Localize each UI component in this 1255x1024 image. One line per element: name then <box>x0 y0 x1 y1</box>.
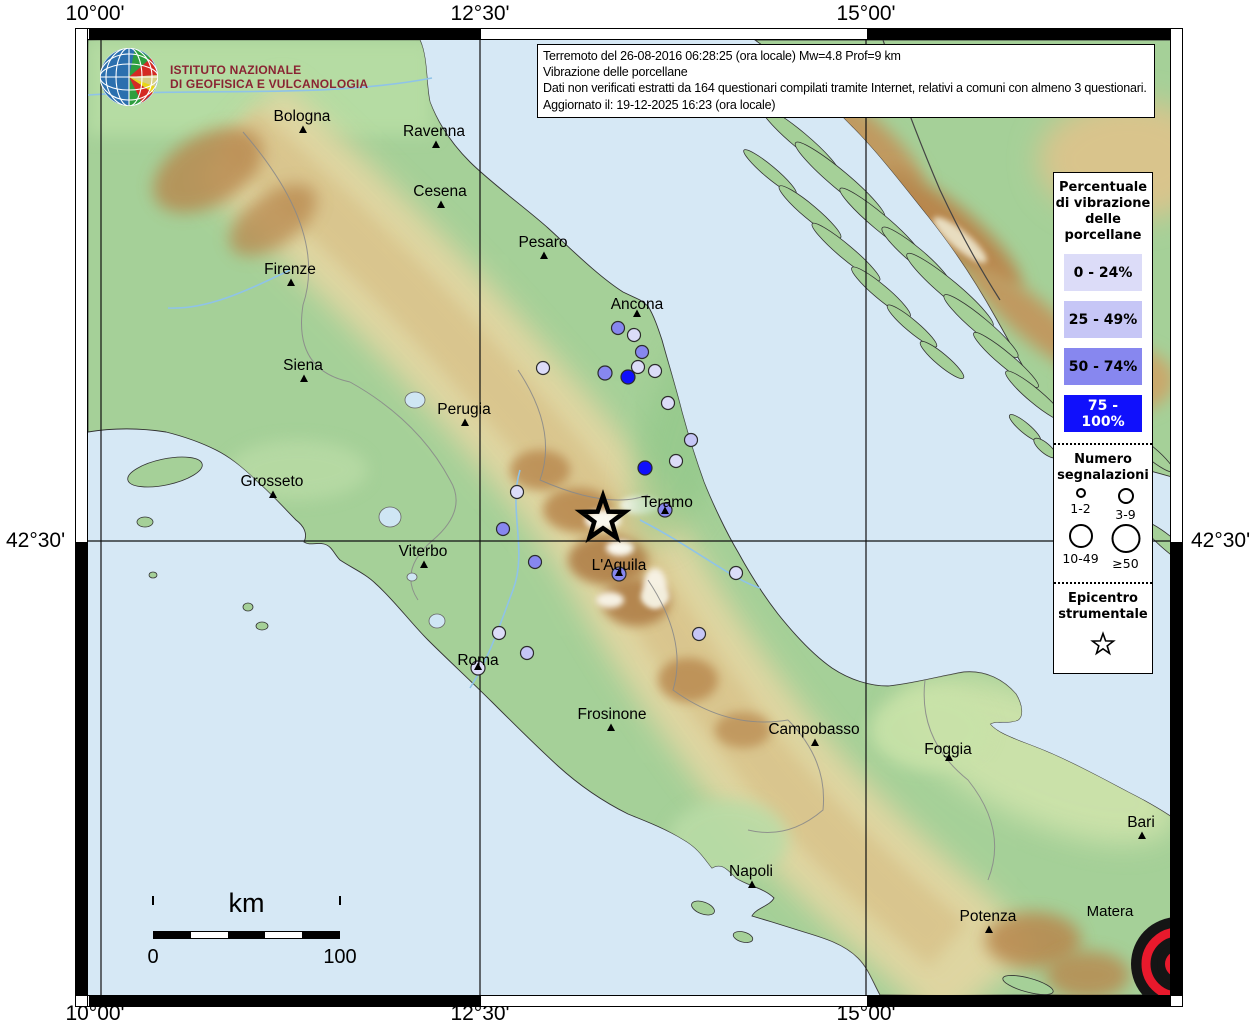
intensity-point <box>519 645 535 661</box>
legend-class-swatch: 75 - 100% <box>1064 395 1142 432</box>
scale-bar: km 0 100 <box>147 888 356 970</box>
city-label: Grosseto <box>241 473 304 490</box>
legend-epicenter-title: Epicentro strumentale <box>1058 591 1148 622</box>
scale-bar-unit: km <box>228 888 265 918</box>
axis-left-label: 42°30' <box>6 529 66 552</box>
legend-epicenter-star-icon <box>1090 631 1116 656</box>
city-label: Teramo <box>641 494 693 511</box>
intensity-point <box>691 626 707 642</box>
city-label: Bologna <box>274 108 331 125</box>
ingv-globe-icon <box>100 48 158 106</box>
city-label: Napoli <box>729 863 773 880</box>
intensity-point <box>683 432 699 448</box>
intensity-point <box>630 359 646 375</box>
city-label: Pesaro <box>518 234 567 251</box>
legend-class-swatch: 0 - 24% <box>1064 254 1142 291</box>
intensity-point <box>610 320 626 336</box>
axis-tick-label: 10°00' <box>65 2 125 25</box>
intensity-point <box>626 327 642 343</box>
legend-size-label: 1-2 <box>1070 501 1091 516</box>
legend-size-label: ≥50 <box>1112 556 1139 571</box>
city-label: Perugia <box>437 401 491 418</box>
frame-right <box>1170 28 1183 1007</box>
ingv-logo-block: ISTITUTO NAZIONALE DI GEOFISICA E VULCAN… <box>98 46 368 108</box>
map-terrain: Bologna Ravenna Cesena Pesaro Firenze Ancona S… <box>88 40 1170 995</box>
legend-counts-title: Numero segnalazioni <box>1057 452 1149 483</box>
legend-size-item: 10-49 <box>1058 522 1103 571</box>
scale-segment <box>302 932 339 938</box>
scale-segment <box>154 932 191 938</box>
city-label: Bari <box>1127 814 1155 831</box>
intensity-point <box>527 554 543 570</box>
scale-bar-bar <box>153 931 340 939</box>
legend-size-key: 1-2 3-9 10-49 ≥50 <box>1054 484 1152 571</box>
intensity-point <box>535 360 551 376</box>
haisentitoilterremoto-logo: ? haisentitoilterremoto.it www. <box>1131 917 1170 995</box>
city-label: L'Aquila <box>592 557 647 574</box>
intensity-point <box>728 565 744 581</box>
legend-size-item: ≥50 <box>1103 522 1148 571</box>
scale-segment <box>228 932 265 938</box>
map-canvas: Bologna Ravenna Cesena Pesaro Firenze Ancona S… <box>88 40 1170 995</box>
legend-class-swatch: 25 - 49% <box>1064 301 1142 338</box>
intensity-point <box>491 625 507 641</box>
earthquake-map-page: 10°00' 12°30' 15°00' 10°00' 12°30' 15°00' 42… <box>0 0 1255 1024</box>
intensity-point <box>620 369 636 385</box>
legend-title: Percentuale di vibrazione delle porcella… <box>1055 180 1151 243</box>
scale-start: 0 <box>147 946 159 968</box>
city-label: Ancona <box>611 296 664 313</box>
city-label: Siena <box>283 357 323 374</box>
axis-right-label: 42°30' <box>1191 529 1251 552</box>
event-info-box: Terremoto del 26-08-2016 06:28:25 (ora l… <box>537 44 1155 118</box>
event-info-line: Dati non verificati estratti da 164 ques… <box>543 81 1147 96</box>
axis-tick-label: 12°30' <box>450 2 510 25</box>
intensity-point <box>509 484 525 500</box>
scale-end: 100 <box>323 946 357 968</box>
city-label: Firenze <box>264 261 316 278</box>
intensity-point <box>668 453 684 469</box>
scale-segment <box>191 932 228 938</box>
city-label: Frosinone <box>578 706 647 723</box>
city-label: Campobasso <box>768 721 859 738</box>
frame-top <box>75 28 1183 40</box>
city-label: Roma <box>457 652 499 669</box>
ingv-name: ISTITUTO NAZIONALE DI GEOFISICA E VULCAN… <box>170 63 369 91</box>
legend-classes: 0 - 24% 25 - 49% 50 - 74% 75 - 100% <box>1054 254 1152 432</box>
legend-size-item: 3-9 <box>1103 486 1148 522</box>
event-info-line: Aggiornato il: 19-12-2025 16:23 (ora loc… <box>543 97 776 112</box>
intensity-point <box>647 363 663 379</box>
event-info-line: Terremoto del 26-08-2016 06:28:25 (ora l… <box>543 49 901 63</box>
scale-segment <box>265 932 302 938</box>
intensity-point <box>637 460 653 476</box>
legend-class-swatch: 50 - 74% <box>1064 348 1142 385</box>
city-label: Cesena <box>413 183 467 200</box>
frame-left <box>75 28 88 1007</box>
city-label: Foggia <box>924 741 972 758</box>
legend-size-label: 10-49 <box>1062 551 1099 566</box>
intensity-point <box>634 344 650 360</box>
legend-size-item: 1-2 <box>1058 486 1103 522</box>
intensity-point <box>660 395 676 411</box>
frame-bottom <box>75 995 1183 1007</box>
intensity-point <box>597 365 613 381</box>
legend-panel: Percentuale di vibrazione delle porcella… <box>1053 172 1153 674</box>
event-info-line: Vibrazione delle porcellane <box>543 65 688 80</box>
city-label: Potenza <box>960 908 1017 925</box>
city-label: Viterbo <box>399 543 448 560</box>
axis-tick-label: 15°00' <box>836 2 896 25</box>
intensity-point <box>495 521 511 537</box>
city-label: Ravenna <box>403 123 465 140</box>
legend-size-label: 3-9 <box>1115 507 1136 522</box>
